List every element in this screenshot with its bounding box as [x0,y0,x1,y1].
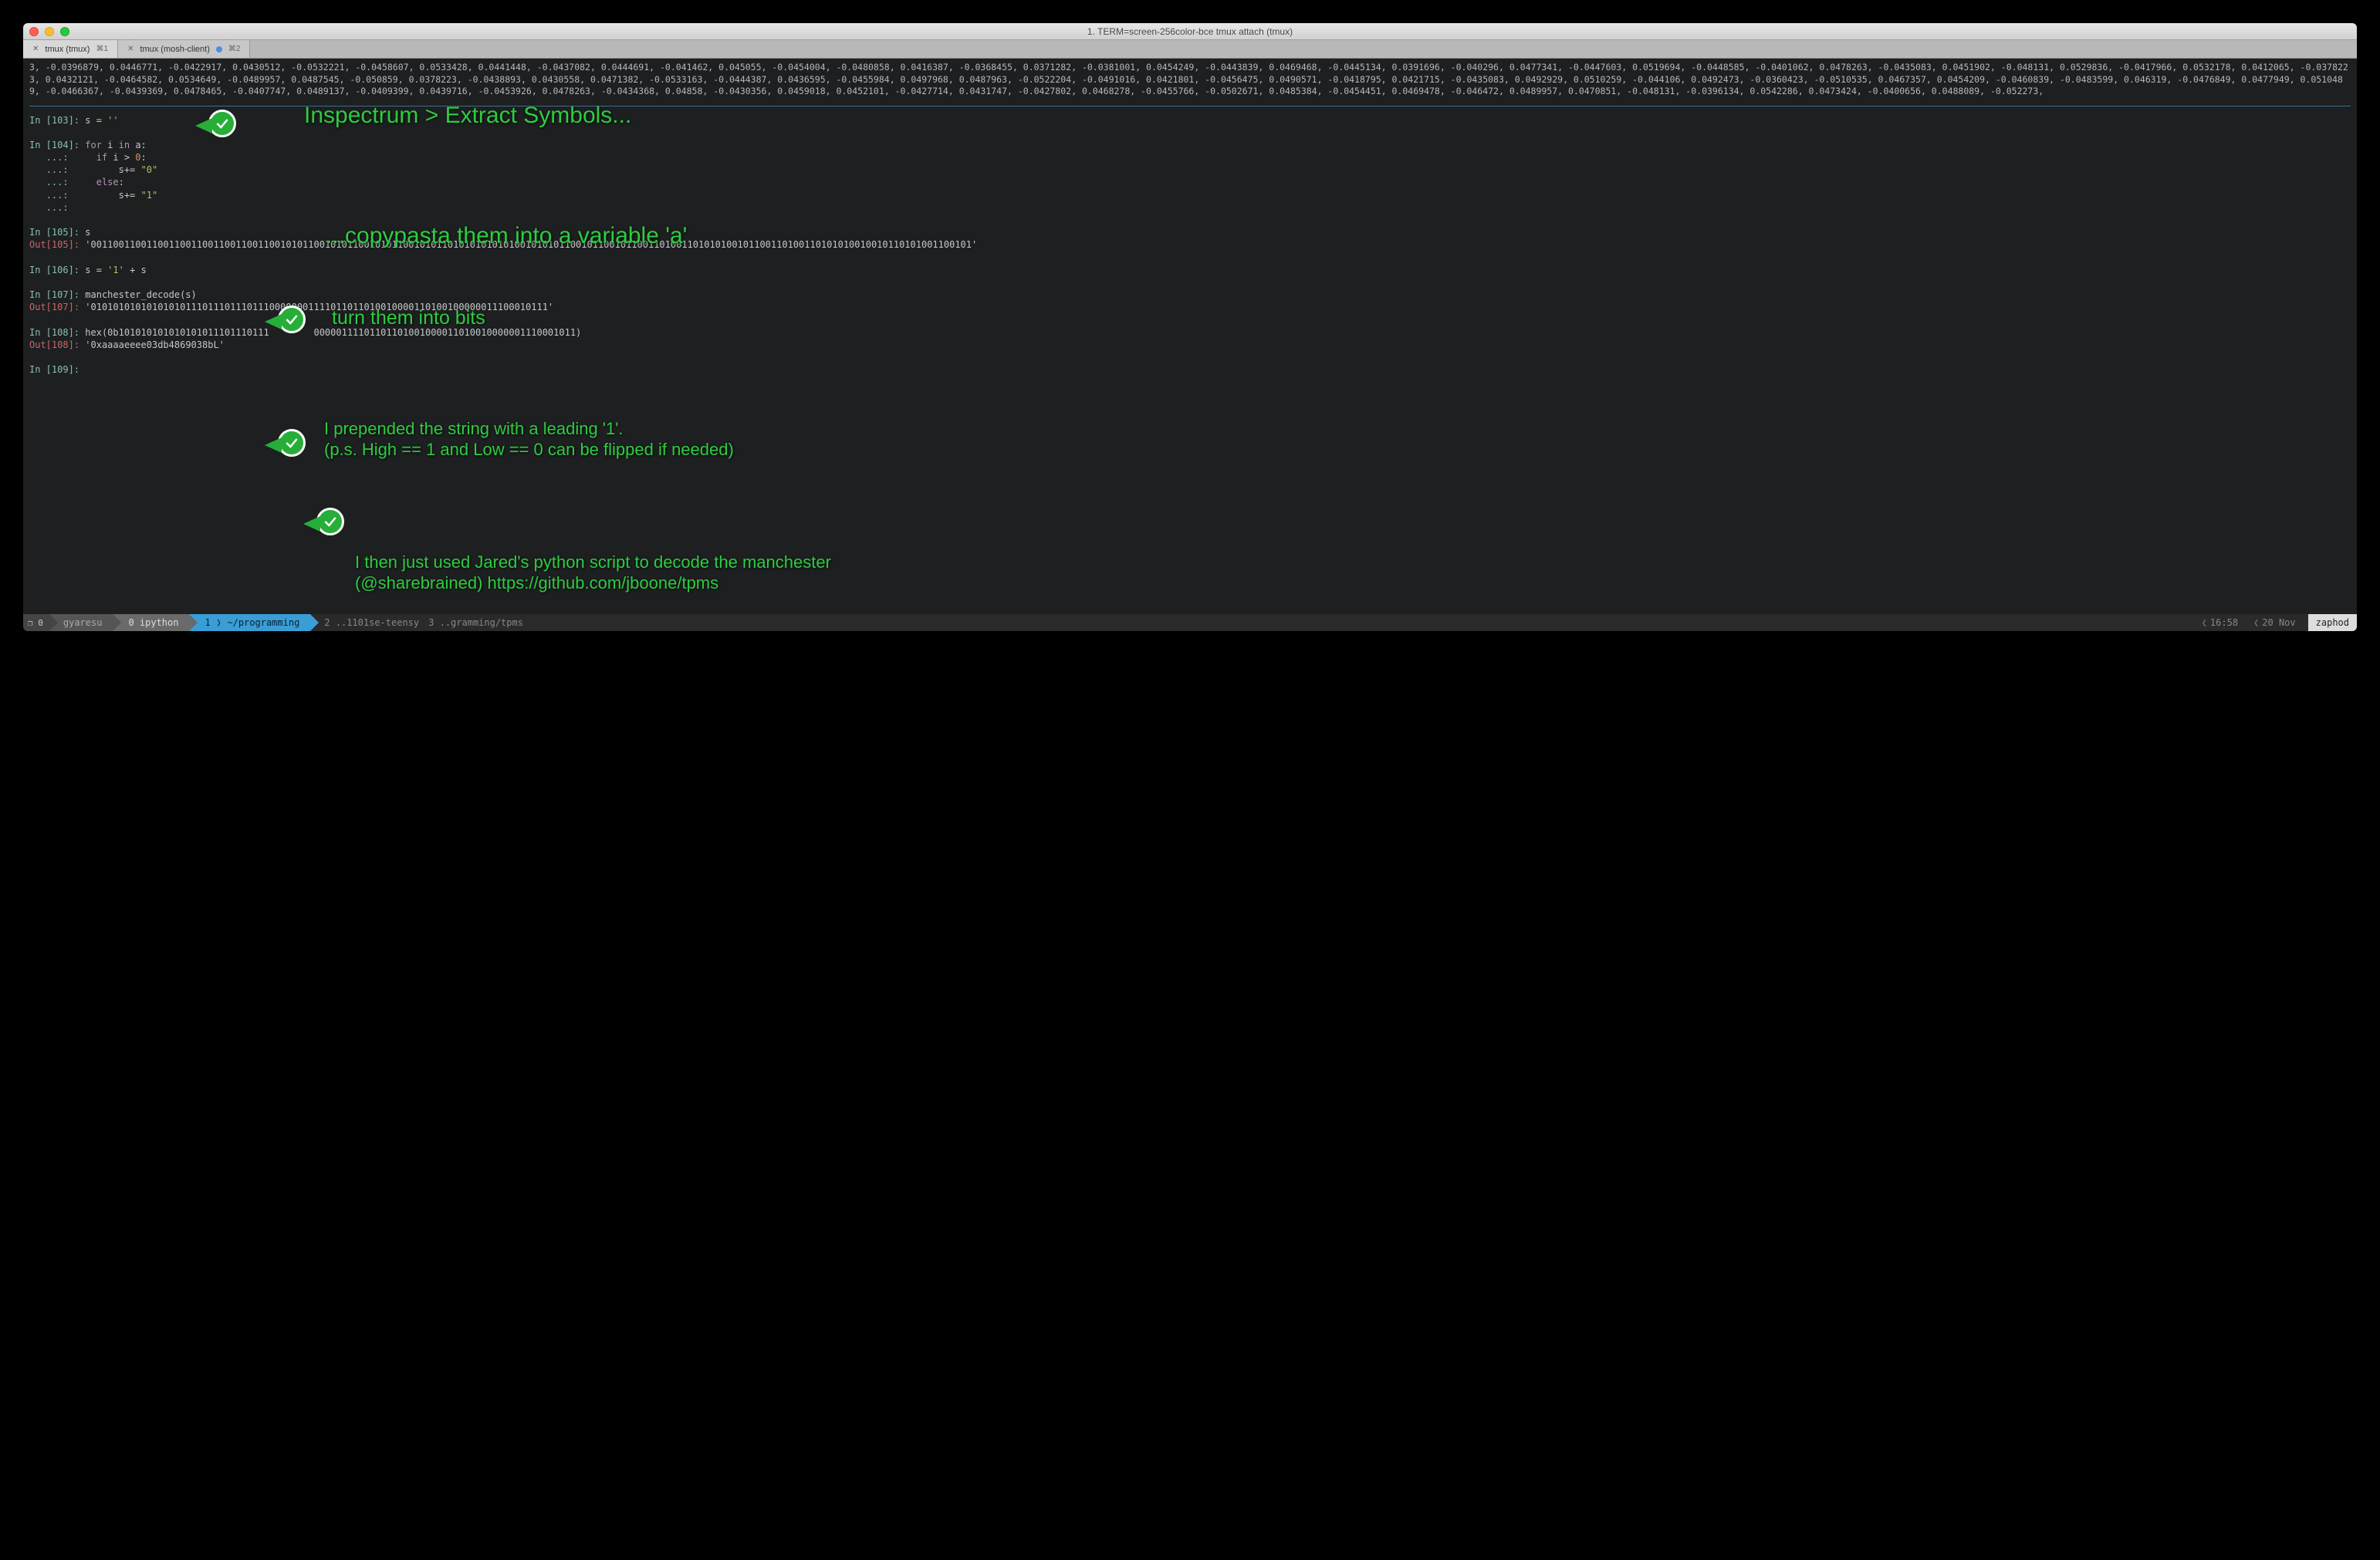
titlebar[interactable]: 1. TERM=screen-256color-bce tmux attach … [23,23,2357,40]
check-icon [316,508,344,535]
ipython-in-103: In [103]: s = '' [29,114,2351,127]
terminal-window: 1. TERM=screen-256color-bce tmux attach … [23,23,2357,631]
ipython-in-105: In [105]: s [29,226,2351,238]
annotation-jared-1: I then just used Jared's python script t… [355,551,831,574]
tab-shortcut: ⌘2 [228,45,241,53]
check-icon [278,429,306,457]
ipython-in-104: In [104]: for i in a: [29,139,2351,151]
ipython-out-107: Out[107]: '01010101010101010111011101110… [29,301,2351,313]
annotation-jared-2: (@sharebrained) https://github.com/jboon… [355,572,718,595]
close-icon[interactable]: ✕ [32,45,39,53]
tab-label: tmux (mosh-client) [140,45,209,54]
tab-shortcut: ⌘1 [96,45,108,53]
tabbar: ✕ tmux (tmux) ⌘1 ✕ tmux (mosh-client) ⌘2 [23,40,2357,59]
ipython-in-108: In [108]: hex(0b101010101010101011101110… [29,326,2351,339]
terminal-content[interactable]: 3, -0.0396879, 0.0446771, -0.0422917, 0.… [23,59,2357,614]
ipython-in-109: In [109]: [29,363,2351,376]
close-icon[interactable] [29,27,39,36]
status-active-window[interactable]: 1 ❭ ~/programming [189,614,310,631]
zoom-icon[interactable] [60,27,69,36]
ipython-in-107: In [107]: manchester_decode(s) [29,289,2351,301]
status-user: gyaresu [49,614,113,631]
tab-tmux[interactable]: ✕ tmux (tmux) ⌘1 [23,40,118,58]
annotation-prepend-2: (p.s. High == 1 and Low == 0 can be flip… [324,438,734,461]
status-date: ❮20 Nov [2246,617,2304,628]
tab-label: tmux (tmux) [45,45,90,54]
tab-mosh[interactable]: ✕ tmux (mosh-client) ⌘2 [118,40,250,58]
status-host: zaphod [2308,614,2357,631]
window-title: 1. TERM=screen-256color-bce tmux attach … [29,26,2351,37]
activity-dot-icon [216,46,222,52]
pane-indicator[interactable]: ❐ 0 [23,614,49,631]
status-window-3[interactable]: 3 ..gramming/tpms [424,614,528,631]
tmux-statusbar: ❐ 0 gyaresu 0 ipython 1 ❭ ~/programming … [23,614,2357,631]
minimize-icon[interactable] [45,27,54,36]
traffic-lights [29,27,69,36]
status-time: ❮16:58 [2194,617,2246,628]
annotation-prepend-1: I prepended the string with a leading '1… [324,417,624,441]
status-window-2[interactable]: 2 ..1101se-teensy [310,614,424,631]
ipython-out-105: Out[105]: '00110011001100110011001100110… [29,238,2351,251]
status-session[interactable]: 0 ipython [113,614,189,631]
symbol-dump: 3, -0.0396879, 0.0446771, -0.0422917, 0.… [29,62,2351,98]
ipython-in-106: In [106]: s = '1' + s [29,264,2351,276]
close-icon[interactable]: ✕ [127,45,134,53]
ipython-out-108: Out[108]: '0xaaaaeeee03db4869038bL' [29,339,2351,351]
